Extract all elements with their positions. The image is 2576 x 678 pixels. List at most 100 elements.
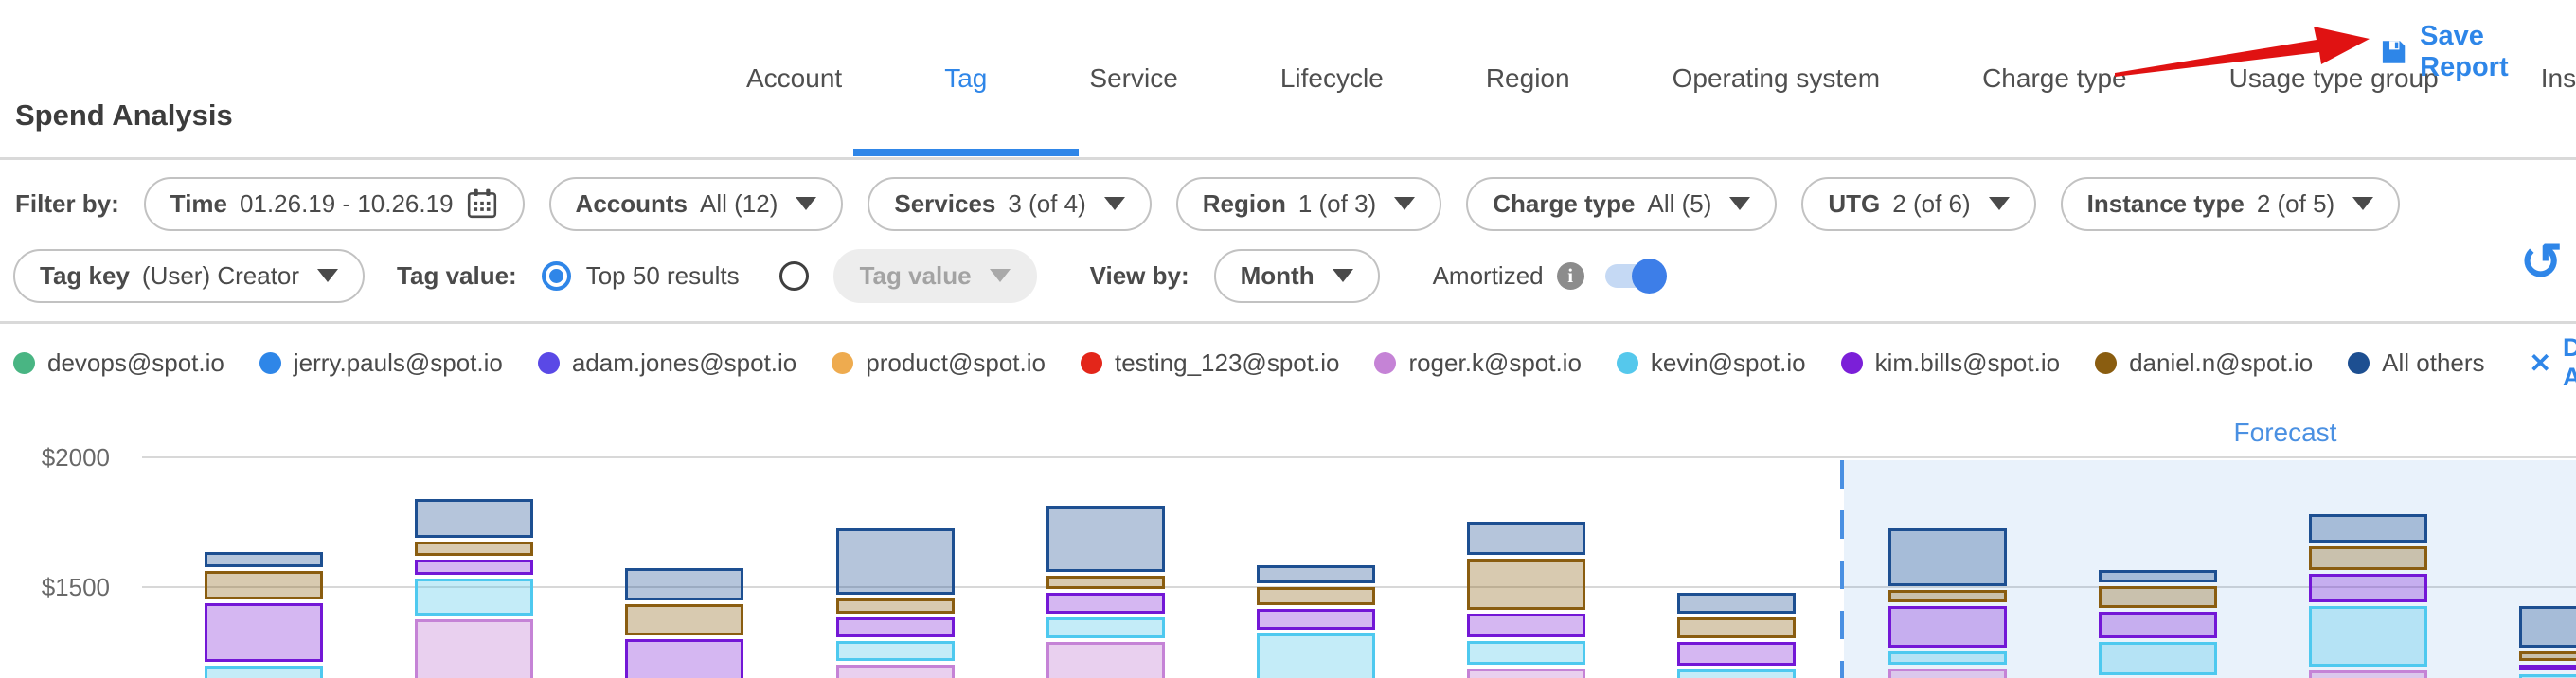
- tab-region[interactable]: Region: [1486, 0, 1570, 157]
- bar-segment-daniel-n-spot-io[interactable]: [2309, 546, 2427, 570]
- legend-item-kim-bills-spot-io[interactable]: kim.bills@spot.io: [1841, 348, 2060, 378]
- save-report-button[interactable]: Save Report: [2379, 21, 2576, 83]
- bar-segment-daniel-n-spot-io[interactable]: [1257, 587, 1375, 605]
- tag-value-label: Tag value:: [397, 261, 517, 291]
- radio-tag-value[interactable]: [779, 261, 809, 291]
- bar-segment-kevin-spot-io[interactable]: [205, 666, 323, 678]
- pill-value: 01.26.19 - 10.26.19: [240, 189, 454, 219]
- legend-item-product-spot-io[interactable]: product@spot.io: [832, 348, 1046, 378]
- bar-segment-kim-bills-spot-io[interactable]: [836, 617, 955, 636]
- bar-segment-kim-bills-spot-io[interactable]: [415, 560, 533, 575]
- bar-segment-kevin-spot-io[interactable]: [836, 641, 955, 661]
- filter-pill-accounts[interactable]: AccountsAll (12): [549, 177, 844, 231]
- bar-segment-roger-k-spot-io[interactable]: [415, 619, 533, 678]
- legend-dot: [538, 352, 560, 374]
- bar-segment-daniel-n-spot-io[interactable]: [205, 571, 323, 598]
- bar-segment-daniel-n-spot-io[interactable]: [2099, 586, 2217, 608]
- bar-segment-kim-bills-spot-io[interactable]: [1046, 593, 1165, 613]
- amortized-toggle[interactable]: [1605, 264, 1664, 288]
- bar-segment-daniel-n-spot-io[interactable]: [1888, 590, 2007, 602]
- bar-segment-all-others[interactable]: [415, 499, 533, 538]
- bar-segment-all-others[interactable]: [205, 552, 323, 567]
- filter-pill-instance-type[interactable]: Instance type2 (of 5): [2061, 177, 2401, 231]
- bar-segment-kim-bills-spot-io[interactable]: [625, 639, 743, 678]
- save-report-label: Save Report: [2420, 21, 2576, 83]
- bar-segment-roger-k-spot-io[interactable]: [2309, 670, 2427, 678]
- legend-item-kevin-spot-io[interactable]: kevin@spot.io: [1617, 348, 1806, 378]
- bar-segment-kevin-spot-io[interactable]: [2099, 642, 2217, 674]
- bar-segment-kim-bills-spot-io[interactable]: [1677, 642, 1796, 665]
- bar-segment-kevin-spot-io[interactable]: [1257, 633, 1375, 678]
- legend-item-adam-jones-spot-io[interactable]: adam.jones@spot.io: [538, 348, 796, 378]
- bar-segment-kim-bills-spot-io[interactable]: [1467, 614, 1585, 636]
- tab-operating-system[interactable]: Operating system: [1673, 0, 1880, 157]
- bar-segment-roger-k-spot-io[interactable]: [1888, 669, 2007, 678]
- bar-segment-daniel-n-spot-io[interactable]: [1677, 617, 1796, 639]
- bar-segment-roger-k-spot-io[interactable]: [1467, 669, 1585, 678]
- bar-segment-all-others[interactable]: [625, 568, 743, 599]
- bar-segment-kevin-spot-io[interactable]: [1046, 617, 1165, 639]
- tab-charge-type[interactable]: Charge type: [1982, 0, 2127, 157]
- header: Spend Analysis AccountTagServiceLifecycl…: [0, 0, 2576, 159]
- chart-legend: devops@spot.io jerry.pauls@spot.io adam.jo…: [13, 333, 2576, 392]
- bar-segment-all-others[interactable]: [836, 528, 955, 595]
- bar-segment-daniel-n-spot-io[interactable]: [836, 598, 955, 614]
- caret-down-icon: [990, 269, 1011, 282]
- caret-down-icon: [796, 197, 816, 210]
- legend-item-devops-spot-io[interactable]: devops@spot.io: [13, 348, 224, 378]
- bar-segment-daniel-n-spot-io[interactable]: [1467, 559, 1585, 611]
- tab-tag[interactable]: Tag: [944, 0, 987, 157]
- bar-segment-kim-bills-spot-io[interactable]: [2099, 612, 2217, 639]
- bar-segment-daniel-n-spot-io[interactable]: [625, 604, 743, 635]
- bar-segment-kevin-spot-io[interactable]: [1677, 669, 1796, 678]
- bar-segment-kevin-spot-io[interactable]: [415, 579, 533, 616]
- bar-segment-kim-bills-spot-io[interactable]: [2519, 665, 2576, 670]
- bar-segment-roger-k-spot-io[interactable]: [836, 665, 955, 678]
- bar-segment-daniel-n-spot-io[interactable]: [415, 542, 533, 555]
- bar-segment-all-others[interactable]: [2519, 606, 2576, 648]
- bar-segment-all-others[interactable]: [1046, 506, 1165, 573]
- legend-item-daniel-n-spot-io[interactable]: daniel.n@spot.io: [2095, 348, 2313, 378]
- legend-item-roger-k-spot-io[interactable]: roger.k@spot.io: [1374, 348, 1581, 378]
- tag-key-pill[interactable]: Tag key (User) Creator: [13, 249, 365, 303]
- tab-service[interactable]: Service: [1089, 0, 1177, 157]
- bar-segment-daniel-n-spot-io[interactable]: [1046, 576, 1165, 589]
- bar-segment-daniel-n-spot-io[interactable]: [2519, 651, 2576, 660]
- bar-segment-all-others[interactable]: [2099, 570, 2217, 581]
- filter-pill-services[interactable]: Services3 (of 4): [868, 177, 1151, 231]
- legend-item-jerry-pauls-spot-io[interactable]: jerry.pauls@spot.io: [259, 348, 503, 378]
- pill-value: 2 (of 6): [1892, 189, 1970, 219]
- reset-icon[interactable]: ↺: [2520, 237, 2563, 288]
- bar-segment-all-others[interactable]: [1888, 528, 2007, 586]
- filter-pill-charge-type[interactable]: Charge typeAll (5): [1466, 177, 1777, 231]
- view-by-month-pill[interactable]: Month: [1214, 249, 1380, 303]
- legend-item-all-others[interactable]: All others: [2348, 348, 2484, 378]
- bar-segment-kim-bills-spot-io[interactable]: [1888, 606, 2007, 648]
- filter-pill-time[interactable]: Time01.26.19 - 10.26.19: [144, 177, 525, 231]
- legend-label: product@spot.io: [866, 348, 1046, 378]
- bar-segment-all-others[interactable]: [1677, 593, 1796, 613]
- floppy-disk-icon: [2379, 37, 2408, 67]
- bar-segment-all-others[interactable]: [1257, 565, 1375, 583]
- x-icon: ✕: [2530, 348, 2551, 379]
- filter-pill-region[interactable]: Region1 (of 3): [1176, 177, 1441, 231]
- bar-segment-kevin-spot-io[interactable]: [1467, 641, 1585, 666]
- bar-segment-kim-bills-spot-io[interactable]: [1257, 609, 1375, 630]
- caret-down-icon: [2352, 197, 2373, 210]
- legend-label: All others: [2382, 348, 2484, 378]
- legend-item-testing-123-spot-io[interactable]: testing_123@spot.io: [1081, 348, 1339, 378]
- info-icon[interactable]: i: [1557, 262, 1584, 290]
- filter-pill-utg[interactable]: UTG2 (of 6): [1801, 177, 2035, 231]
- radio-top-50-results[interactable]: [542, 261, 571, 291]
- tab-lifecycle[interactable]: Lifecycle: [1280, 0, 1384, 157]
- bar-segment-all-others[interactable]: [2309, 514, 2427, 544]
- bar-segment-kevin-spot-io[interactable]: [2309, 606, 2427, 668]
- deselect-all-button[interactable]: ✕Deselect All: [2530, 333, 2576, 392]
- tab-account[interactable]: Account: [746, 0, 842, 157]
- bar-segment-kevin-spot-io[interactable]: [2519, 674, 2576, 678]
- bar-segment-roger-k-spot-io[interactable]: [1046, 642, 1165, 678]
- bar-segment-kim-bills-spot-io[interactable]: [205, 603, 323, 663]
- bar-segment-all-others[interactable]: [1467, 522, 1585, 554]
- bar-segment-kevin-spot-io[interactable]: [1888, 651, 2007, 665]
- bar-segment-kim-bills-spot-io[interactable]: [2309, 574, 2427, 601]
